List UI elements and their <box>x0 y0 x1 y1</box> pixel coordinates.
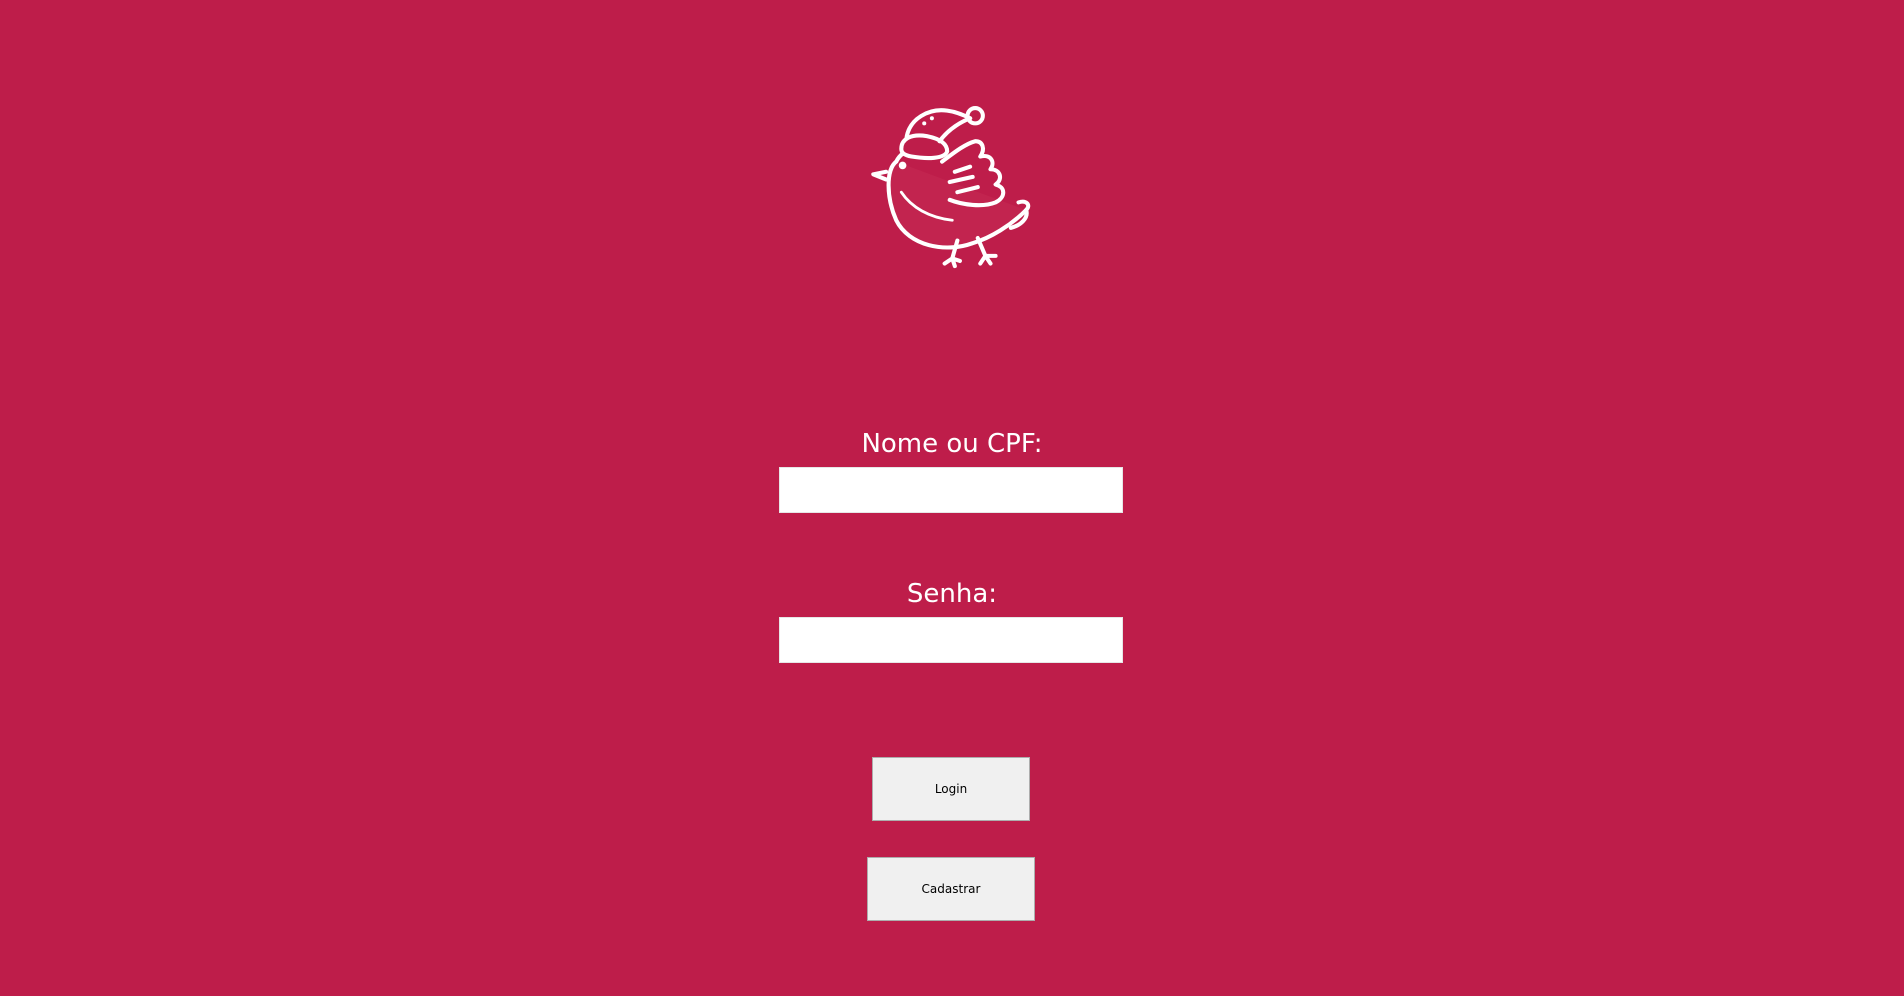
password-input[interactable] <box>779 617 1123 663</box>
username-input[interactable] <box>779 467 1123 513</box>
login-button[interactable]: Login <box>872 757 1030 821</box>
register-button[interactable]: Cadastrar <box>867 857 1035 921</box>
robin-bird-santa-hat-icon <box>868 103 1034 275</box>
username-label: Nome ou CPF: <box>861 429 1043 459</box>
password-label: Senha: <box>906 579 998 609</box>
